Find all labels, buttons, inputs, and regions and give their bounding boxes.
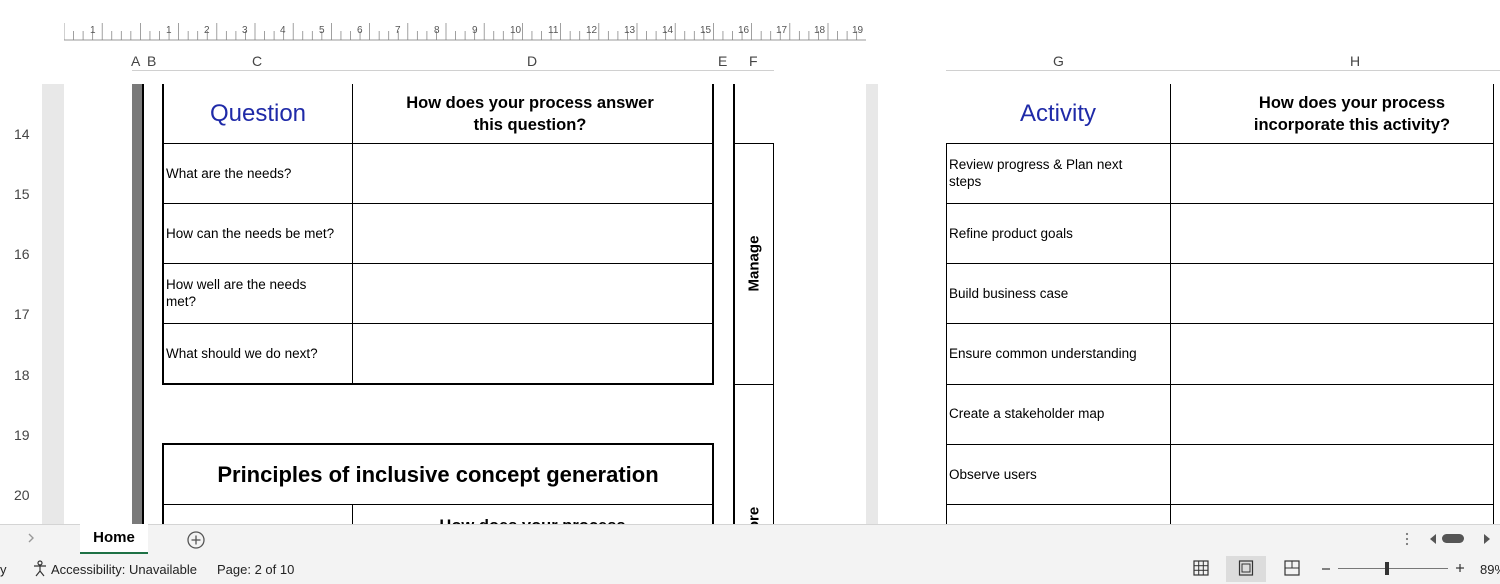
sheet-tab-bar bbox=[0, 524, 1500, 555]
page-layout-view-icon[interactable] bbox=[1238, 560, 1254, 576]
row-header-bar bbox=[0, 84, 43, 524]
decorative-bar bbox=[132, 84, 142, 524]
question-cell[interactable]: How well are the needs met? bbox=[166, 276, 336, 310]
ruler-label: 3 bbox=[242, 25, 248, 36]
accessibility-icon[interactable] bbox=[32, 560, 48, 577]
column-header-a[interactable]: A bbox=[131, 53, 140, 69]
add-sheet-icon[interactable] bbox=[186, 530, 206, 550]
scroll-tabs-left-icon[interactable] bbox=[26, 532, 36, 544]
horizontal-ruler: 1 1 2 3 4 5 6 7 8 9 10 11 12 13 14 15 16 17 18 19 bbox=[64, 23, 866, 41]
question-header[interactable]: Question bbox=[164, 100, 352, 128]
process-activity-header[interactable]: How does your process incorporate this a… bbox=[1222, 92, 1482, 136]
partial-process-header[interactable]: How does your process bbox=[353, 515, 712, 524]
ruler-label: 10 bbox=[510, 25, 522, 36]
sheet-tab-home[interactable]: Home bbox=[80, 524, 148, 555]
column-header-e[interactable]: E bbox=[718, 53, 727, 69]
activity-header[interactable]: Activity bbox=[946, 100, 1170, 128]
manage-label[interactable]: Manage bbox=[746, 224, 763, 304]
zoom-level[interactable]: 89% bbox=[1480, 562, 1500, 577]
activity-cell[interactable]: Ensure common understanding bbox=[949, 345, 1165, 362]
horizontal-scrollbar-thumb[interactable] bbox=[1442, 534, 1464, 543]
column-header-h[interactable]: H bbox=[1350, 53, 1360, 69]
row-header-20[interactable]: 20 bbox=[14, 487, 30, 503]
activity-cell[interactable]: Refine product goals bbox=[949, 225, 1165, 242]
scroll-left-icon[interactable] bbox=[1428, 533, 1438, 545]
ruler-label: 17 bbox=[776, 25, 788, 36]
ruler-label: 13 bbox=[624, 25, 636, 36]
page-right[interactable] bbox=[878, 84, 1500, 524]
process-answer-header[interactable]: How does your process answer this questi… bbox=[400, 92, 660, 136]
ruler-label: 11 bbox=[548, 25, 559, 36]
ruler-label: 2 bbox=[204, 25, 210, 36]
column-header-g[interactable]: G bbox=[1053, 53, 1064, 69]
page-margin-left bbox=[42, 84, 64, 524]
decorative-border-line bbox=[142, 84, 144, 524]
column-header-b[interactable]: B bbox=[147, 53, 156, 69]
ruler-label: 1 bbox=[90, 25, 96, 36]
zoom-slider-thumb[interactable] bbox=[1385, 562, 1389, 575]
ruler-label: 8 bbox=[434, 25, 440, 36]
row-header-17[interactable]: 17 bbox=[14, 306, 30, 322]
ruler-label: 4 bbox=[280, 25, 286, 36]
zoom-slider-track[interactable] bbox=[1338, 568, 1448, 569]
activity-cell[interactable]: Observe users bbox=[949, 466, 1165, 483]
row-header-15[interactable]: 15 bbox=[14, 186, 30, 202]
ruler-label: 5 bbox=[319, 25, 325, 36]
question-cell[interactable]: What should we do next? bbox=[166, 345, 350, 362]
row-header-18[interactable]: 18 bbox=[14, 367, 30, 383]
row-header-19[interactable]: 19 bbox=[14, 427, 30, 443]
column-header-d[interactable]: D bbox=[527, 53, 537, 69]
ruler-label: 1 bbox=[166, 25, 172, 36]
activity-cell[interactable]: Build business case bbox=[949, 285, 1165, 302]
question-cell[interactable]: What are the needs? bbox=[166, 165, 350, 182]
scroll-right-icon[interactable] bbox=[1482, 533, 1492, 545]
row-header-14[interactable]: 14 bbox=[14, 126, 30, 142]
page-gap bbox=[866, 84, 878, 524]
normal-view-icon[interactable] bbox=[1193, 560, 1209, 576]
zoom-in-icon[interactable] bbox=[1454, 562, 1466, 574]
section-title[interactable]: Principles of inclusive concept generati… bbox=[164, 464, 712, 486]
ruler-label: 12 bbox=[586, 25, 598, 36]
more-options-icon[interactable] bbox=[1402, 531, 1412, 547]
ruler-label: 6 bbox=[357, 25, 363, 36]
page-break-preview-icon[interactable] bbox=[1284, 560, 1300, 576]
ruler-label: 16 bbox=[738, 25, 750, 36]
page-indicator: Page: 2 of 10 bbox=[217, 562, 295, 577]
ruler-label: 15 bbox=[700, 25, 712, 36]
ruler-label: 7 bbox=[395, 25, 401, 36]
explore-label[interactable]: ore bbox=[746, 500, 763, 524]
ruler-label: 9 bbox=[472, 25, 478, 36]
zoom-out-icon[interactable] bbox=[1320, 563, 1332, 575]
column-divider bbox=[733, 84, 735, 524]
ruler-label: 14 bbox=[662, 25, 674, 36]
status-fragment: y bbox=[0, 562, 7, 577]
activity-cell[interactable]: Create a stakeholder map bbox=[949, 405, 1165, 422]
ruler-label: 18 bbox=[814, 25, 826, 36]
accessibility-status[interactable]: Accessibility: Unavailable bbox=[51, 562, 197, 577]
ruler-label: 19 bbox=[852, 25, 864, 36]
row-header-16[interactable]: 16 bbox=[14, 246, 30, 262]
column-header-c[interactable]: C bbox=[252, 53, 262, 69]
column-header-f[interactable]: F bbox=[749, 53, 758, 69]
activity-cell[interactable]: Review progress & Plan next steps bbox=[949, 156, 1149, 190]
question-cell[interactable]: How can the needs be met? bbox=[166, 225, 350, 242]
